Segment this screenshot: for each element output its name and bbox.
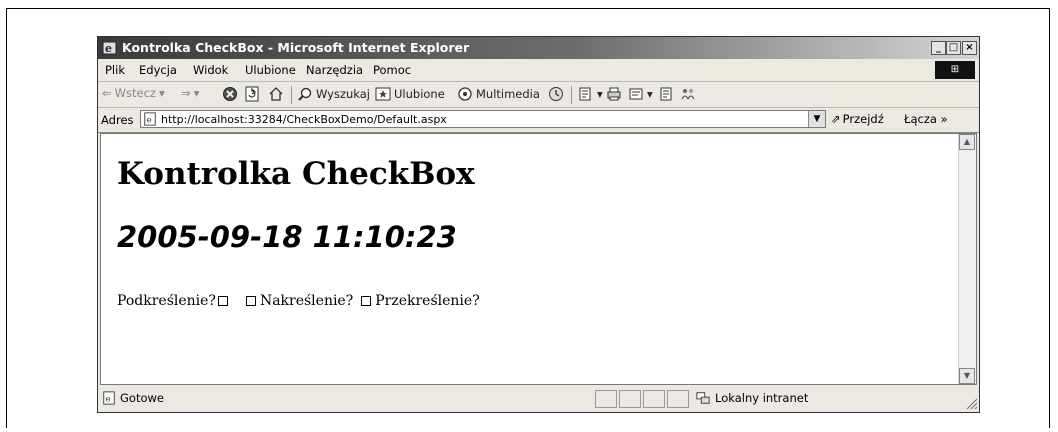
minimize-button[interactable]: _ xyxy=(931,41,946,55)
menu-narzedzia[interactable]: Narzędzia xyxy=(306,63,363,77)
ie-logo-icon: e xyxy=(102,40,118,56)
menu-widok[interactable]: Widok xyxy=(193,63,228,77)
strikethrough-checkbox[interactable] xyxy=(361,296,372,306)
stop-button[interactable] xyxy=(222,86,238,102)
page-heading: Kontrolka CheckBox xyxy=(117,156,475,192)
links-button[interactable]: Łącza » xyxy=(904,112,948,126)
menu-bar: Plik Edycja Widok Ulubione Narzędzia Pom… xyxy=(98,59,979,82)
media-button-label: Multimedia xyxy=(476,87,540,101)
status-cell xyxy=(643,390,665,408)
back-button[interactable]: ⇐ Wstecz ▾ xyxy=(102,86,165,100)
datetime-label: 2005-09-18 11:10:23 xyxy=(117,220,457,254)
browser-window: e Kontrolka CheckBox - Microsoft Interne… xyxy=(97,36,980,413)
intranet-icon xyxy=(696,392,710,404)
mail-icon xyxy=(579,87,591,101)
address-label: Adres xyxy=(101,113,134,127)
print-button[interactable] xyxy=(606,86,622,102)
forward-button[interactable]: ⇒ ▾ xyxy=(181,86,199,100)
toolbar-separator xyxy=(571,86,572,104)
address-bar: Adres e http://localhost:33284/CheckBoxD… xyxy=(98,108,979,133)
history-button[interactable] xyxy=(548,86,564,102)
favorites-button-label: Ulubione xyxy=(394,87,445,101)
back-arrow-icon: ⇐ xyxy=(102,86,112,100)
search-button-label: Wyszukaj xyxy=(316,87,370,101)
maximize-button[interactable]: □ xyxy=(946,41,961,55)
back-dropdown-icon: ▾ xyxy=(158,86,165,100)
stop-icon xyxy=(223,87,237,101)
forward-arrow-icon: ⇒ xyxy=(181,86,191,100)
media-icon xyxy=(458,87,472,101)
toolbar: ⇐ Wstecz ▾ ⇒ ▾ Wyszukaj Ulubione Multime… xyxy=(98,82,979,108)
menu-edycja[interactable]: Edycja xyxy=(139,63,177,77)
home-button[interactable] xyxy=(268,86,284,102)
window-title: Kontrolka CheckBox - Microsoft Internet … xyxy=(122,40,470,55)
address-dropdown-icon[interactable]: ▼ xyxy=(808,111,825,127)
edit-button[interactable]: ▾ xyxy=(628,86,653,102)
status-left: e Gotowe xyxy=(102,391,164,405)
mail-button[interactable]: ▾ xyxy=(578,86,603,102)
scroll-up-icon[interactable]: ▲ xyxy=(959,134,975,150)
status-cell xyxy=(595,390,617,408)
menu-pomoc[interactable]: Pomoc xyxy=(373,63,411,77)
underline-label: Podkreślenie? xyxy=(117,293,216,309)
media-button[interactable]: Multimedia xyxy=(457,86,540,102)
overline-checkbox[interactable] xyxy=(245,296,256,306)
toolbar-separator xyxy=(291,86,292,104)
address-input[interactable]: e http://localhost:33284/CheckBoxDemo/De… xyxy=(140,110,826,128)
vertical-scrollbar[interactable]: ▲ ▼ xyxy=(958,134,976,384)
mail-dropdown-icon: ▾ xyxy=(597,87,603,101)
page-content: Kontrolka CheckBox 2005-09-18 11:10:23 P… xyxy=(100,133,977,385)
page-icon: e xyxy=(144,112,156,126)
menu-plik[interactable]: Plik xyxy=(105,63,125,77)
address-url: http://localhost:33284/CheckBoxDemo/Defa… xyxy=(161,113,447,126)
status-bar: e Gotowe Lokalny intranet xyxy=(98,387,979,411)
discuss-icon xyxy=(660,87,672,101)
page-done-icon: e xyxy=(103,391,115,405)
title-bar[interactable]: e Kontrolka CheckBox - Microsoft Interne… xyxy=(98,37,979,59)
status-cell xyxy=(667,390,689,408)
favorites-button[interactable]: Ulubione xyxy=(375,86,445,102)
forward-dropdown-icon: ▾ xyxy=(193,86,200,100)
checkbox-row: Podkreślenie? Nakreślenie? Przekreślenie… xyxy=(117,293,480,309)
history-icon xyxy=(549,87,563,101)
home-icon xyxy=(269,87,283,101)
svg-text:e: e xyxy=(106,395,111,405)
resize-grip-icon[interactable] xyxy=(965,397,977,409)
print-icon xyxy=(607,87,621,101)
go-arrow-icon: ⇗ xyxy=(831,112,841,126)
messenger-icon xyxy=(681,89,695,100)
discuss-button[interactable] xyxy=(658,86,674,102)
go-button[interactable]: ⇗ Przejdź xyxy=(831,112,884,126)
edit-icon xyxy=(629,88,643,100)
search-icon xyxy=(298,87,312,101)
status-text: Gotowe xyxy=(120,391,164,405)
scroll-down-icon[interactable]: ▼ xyxy=(959,368,975,384)
messenger-button[interactable] xyxy=(680,86,696,102)
zone-label: Lokalny intranet xyxy=(715,391,809,405)
back-button-label: Wstecz xyxy=(114,86,156,100)
svg-text:e: e xyxy=(105,42,112,55)
svg-text:e: e xyxy=(147,116,152,126)
close-button[interactable]: × xyxy=(962,41,977,55)
underline-checkbox[interactable] xyxy=(217,296,228,306)
edit-dropdown-icon: ▾ xyxy=(647,87,653,101)
refresh-icon xyxy=(245,86,259,102)
windows-flag-icon: ⊞ xyxy=(935,61,975,79)
menu-ulubione[interactable]: Ulubione xyxy=(245,63,296,77)
status-cell xyxy=(619,390,641,408)
favorites-star-icon xyxy=(375,87,391,101)
refresh-button[interactable] xyxy=(244,86,260,102)
security-zone: Lokalny intranet xyxy=(695,391,808,405)
strikethrough-label: Przekreślenie? xyxy=(375,293,480,309)
overline-label: Nakreślenie? xyxy=(259,293,354,309)
search-button[interactable]: Wyszukaj xyxy=(297,86,370,102)
go-button-label: Przejdź xyxy=(842,112,884,126)
